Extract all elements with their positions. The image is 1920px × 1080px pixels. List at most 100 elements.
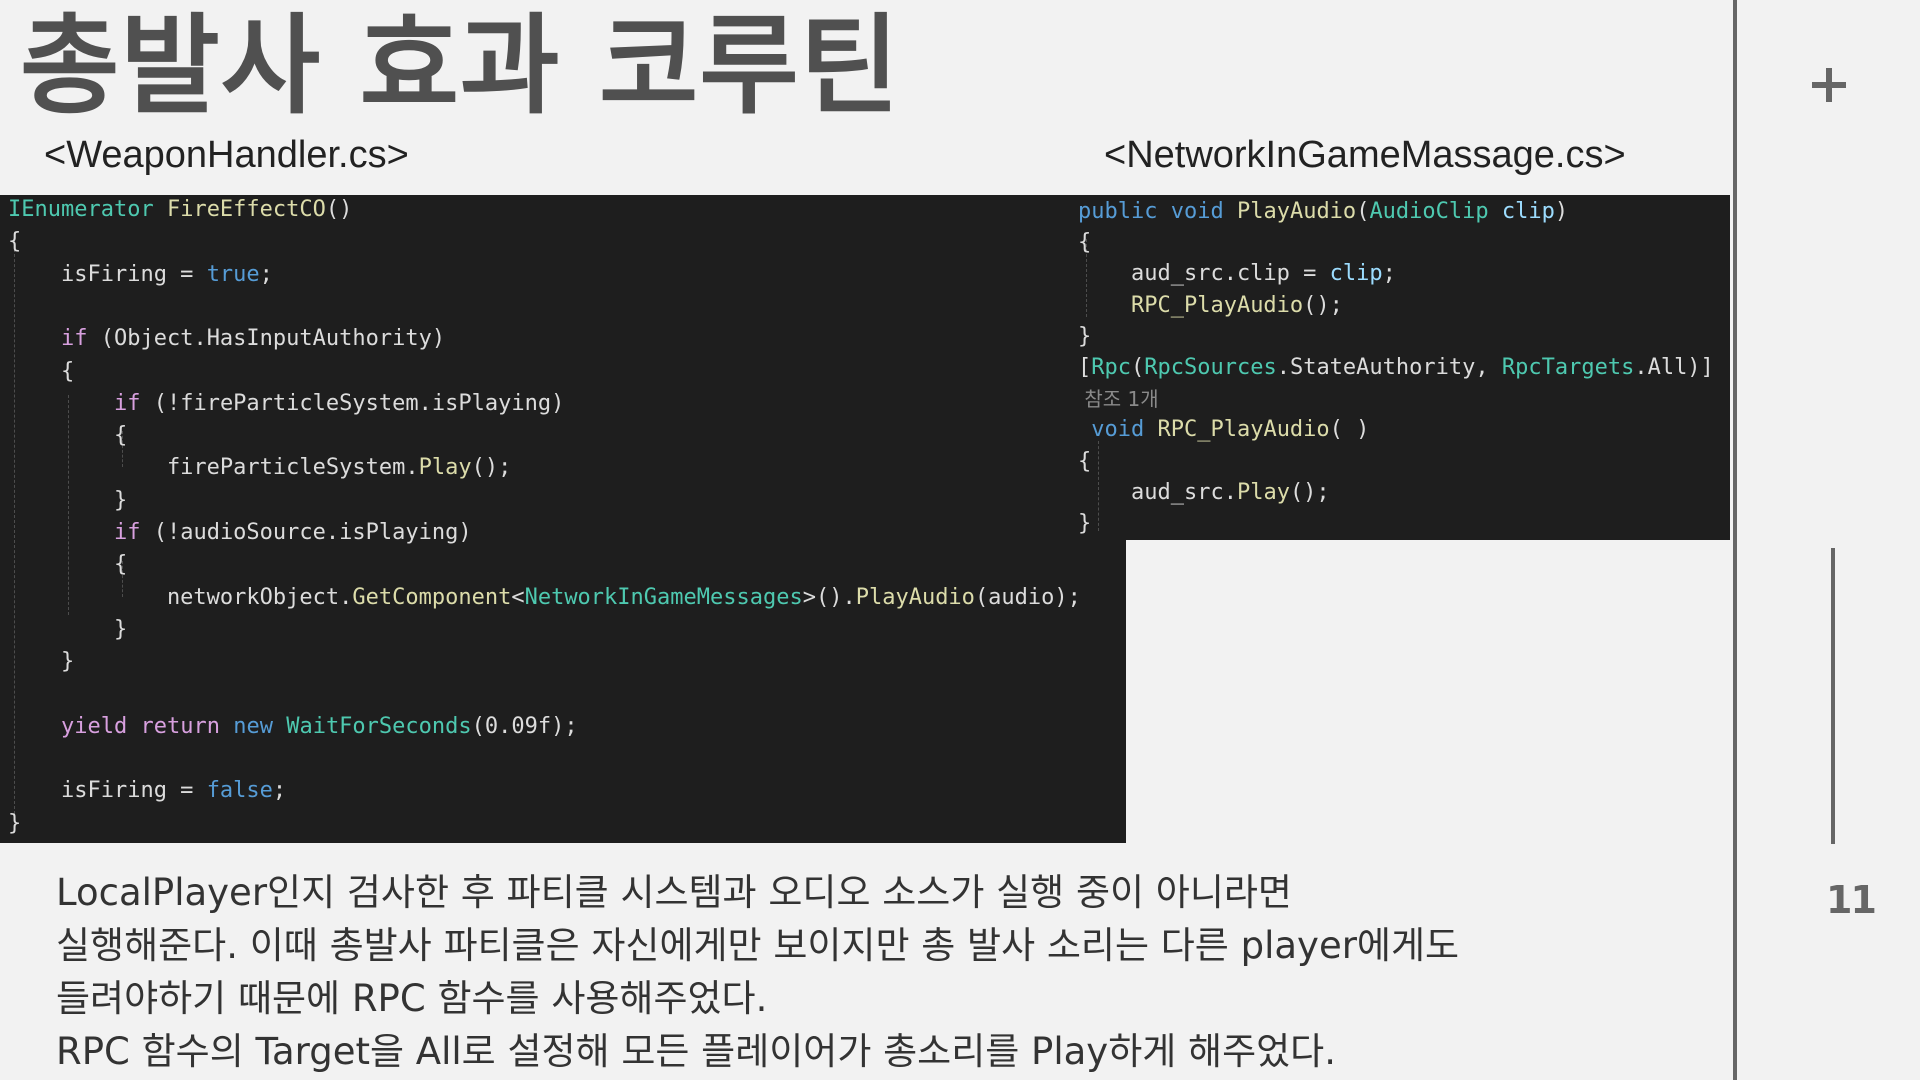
code-token: (); [1289, 479, 1330, 505]
code-token: (0.09f); [471, 713, 578, 739]
code-line: 참조 1개 [1078, 384, 1159, 414]
code-token: Play [418, 455, 472, 481]
code-line: void RPC_PlayAudio( ) [1078, 415, 1369, 445]
code-line: networkObject.GetComponent<NetworkInGame… [8, 583, 1081, 613]
code-token: ; [272, 778, 287, 804]
code-line: { [8, 227, 21, 257]
code-token: () [325, 197, 353, 222]
slide-title: 총발사 효과 코루틴 [20, 4, 901, 129]
code-line: } [8, 615, 127, 645]
code-token: IEnumerator [8, 197, 154, 222]
code-token: Play [1236, 479, 1290, 505]
code-line: if (!audioSource.isPlaying) [8, 518, 472, 548]
code-line: { [1078, 447, 1091, 477]
code-token: ; [1382, 261, 1396, 287]
code-line: } [8, 486, 127, 516]
code-token: } [8, 487, 128, 513]
code-token: aud_src.clip = [1078, 261, 1330, 287]
vertical-divider [1733, 0, 1737, 1080]
code-line: if (Object.HasInputAuthority) [8, 324, 445, 354]
code-line: aud_src.Play(); [1078, 478, 1330, 508]
plus-icon [1812, 68, 1846, 102]
code-token: 참조 1개 [1078, 387, 1159, 412]
code-token: true [206, 261, 260, 287]
code-token: (); [471, 455, 512, 481]
code-token: } [8, 649, 75, 675]
side-accent-bar [1831, 548, 1835, 844]
code-token: void [1170, 199, 1224, 224]
code-token: ) [1554, 199, 1569, 224]
file-label-weapon-handler: <WeaponHandler.cs> [44, 134, 409, 176]
code-token: } [8, 616, 128, 642]
code-line: isFiring = false; [8, 776, 286, 806]
code-token: return [140, 713, 220, 739]
code-line: [Rpc(RpcSources.StateAuthority, RpcTarge… [1078, 353, 1714, 383]
code-token: isFiring = [8, 778, 207, 804]
code-block-weapon-handler: IEnumerator FireEffectCO() { isFiring = t… [0, 195, 1126, 843]
code-line: } [8, 809, 21, 839]
code-token: RpcTargets [1501, 355, 1635, 380]
code-token: ( [1356, 199, 1370, 224]
code-token: if [60, 326, 88, 352]
code-token: yield [60, 713, 128, 739]
code-line: { [1078, 228, 1091, 258]
description-text: LocalPlayer인지 검사한 후 파티클 시스템과 오디오 소스가 실행 … [56, 866, 1656, 1078]
code-token: [ [1078, 355, 1092, 380]
code-token: (!audioSource.isPlaying) [140, 520, 472, 545]
code-line: } [1078, 322, 1091, 352]
code-token: if [113, 390, 141, 416]
code-line: isFiring = true; [8, 260, 273, 290]
code-line: } [8, 647, 74, 677]
file-label-network-message: <NetworkInGameMassage.cs> [1104, 134, 1626, 176]
code-token: networkObject. [8, 584, 353, 610]
code-token: new [233, 713, 273, 739]
code-token: } [1078, 323, 1092, 349]
code-line: IEnumerator FireEffectCO() [8, 195, 352, 225]
code-token: { [1078, 448, 1092, 474]
code-token: ; [259, 261, 273, 287]
code-line: fireParticleSystem.Play(); [8, 453, 511, 483]
code-token: isFiring = [8, 261, 207, 287]
code-token: .All)] [1634, 355, 1714, 380]
code-line: { [8, 421, 127, 451]
code-token: NetworkInGameMessages [524, 584, 803, 610]
code-token: } [1078, 511, 1092, 536]
code-token: (!fireParticleSystem.isPlaying) [140, 390, 565, 416]
code-token: clip [1329, 261, 1383, 287]
code-token: aud_src. [1078, 479, 1237, 505]
code-token: public [1078, 199, 1158, 224]
code-token: Rpc [1091, 355, 1131, 380]
code-line: RPC_PlayAudio(); [1078, 291, 1343, 321]
code-line: public void PlayAudio(AudioClip clip) [1078, 197, 1568, 227]
code-token: .StateAuthority, [1276, 355, 1502, 380]
code-token: RPC_PlayAudio [1130, 292, 1304, 318]
code-token: ( ) [1329, 417, 1370, 443]
code-token: fireParticleSystem. [8, 455, 419, 481]
code-token: { [8, 358, 75, 384]
code-token: RpcSources [1144, 355, 1277, 380]
code-token: (Object.HasInputAuthority) [87, 326, 446, 352]
code-token: } [8, 810, 22, 836]
code-token: { [1078, 230, 1092, 256]
description-line: LocalPlayer인지 검사한 후 파티클 시스템과 오디오 소스가 실행 … [56, 871, 1292, 914]
code-token: if [113, 520, 141, 545]
code-line: aud_src.clip = clip; [1078, 259, 1396, 289]
code-token: PlayAudio [855, 584, 975, 610]
code-token: FireEffectCO [166, 197, 326, 222]
code-token: { [8, 423, 128, 449]
code-token: AudioClip [1369, 199, 1489, 224]
